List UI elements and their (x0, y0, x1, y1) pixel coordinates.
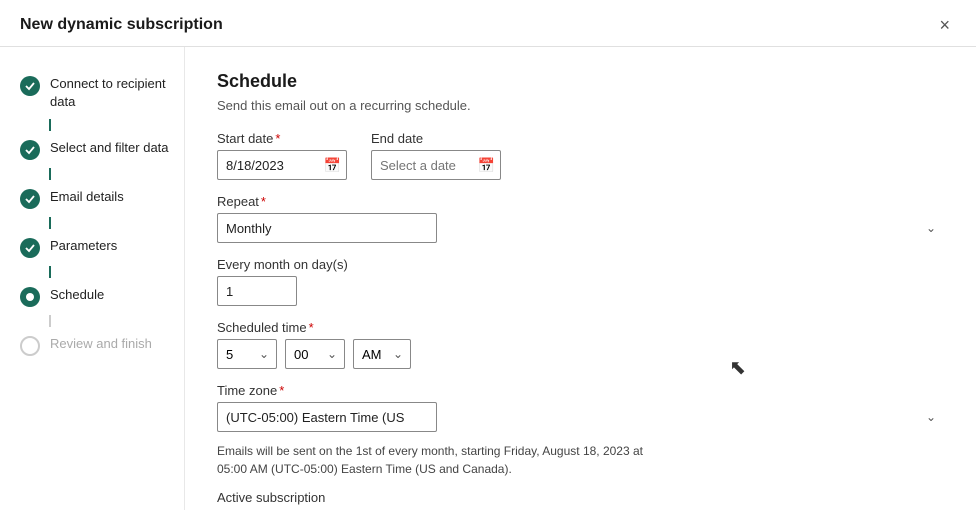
step-icon-schedule (20, 287, 40, 307)
main-content: Schedule Send this email out on a recurr… (185, 47, 976, 510)
step-label-parameters: Parameters (50, 237, 117, 255)
scheduled-time-group: Scheduled time* 1234 5678 9101112 ⌄ 0015… (217, 320, 944, 369)
scheduled-time-label: Scheduled time* (217, 320, 944, 335)
modal-header: New dynamic subscription × (0, 0, 976, 47)
connector-4 (49, 266, 51, 278)
timezone-group: Time zone* (UTC-05:00) Eastern Time (US … (217, 383, 944, 432)
date-row: Start date* 📅 End date 📅 (217, 131, 944, 180)
section-title: Schedule (217, 71, 944, 92)
sidebar-item-schedule[interactable]: Schedule (20, 278, 184, 315)
close-button[interactable]: × (933, 14, 956, 36)
step-icon-email (20, 189, 40, 209)
connector-1 (49, 119, 51, 131)
timezone-chevron-icon: ⌄ (926, 410, 936, 424)
repeat-select[interactable]: Daily Weekly Monthly Yearly (217, 213, 437, 243)
end-date-label: End date (371, 131, 501, 146)
step-icon-parameters (20, 238, 40, 258)
info-text: Emails will be sent on the 1st of every … (217, 442, 667, 478)
connector-3 (49, 217, 51, 229)
hour-wrapper: 1234 5678 9101112 ⌄ (217, 339, 277, 369)
every-month-input[interactable] (217, 276, 297, 306)
sidebar: Connect to recipient data Select and fil… (0, 47, 185, 510)
repeat-group: Repeat* Daily Weekly Monthly Yearly ⌄ (217, 194, 944, 243)
step-label-select: Select and filter data (50, 139, 169, 157)
timezone-select-wrapper: (UTC-05:00) Eastern Time (US and Canada)… (217, 402, 944, 432)
end-date-wrapper: 📅 (371, 150, 501, 180)
hour-select[interactable]: 1234 5678 9101112 (217, 339, 277, 369)
end-date-input[interactable] (371, 150, 501, 180)
sidebar-item-review[interactable]: Review and finish (20, 327, 184, 364)
modal: New dynamic subscription × Connect to re… (0, 0, 976, 510)
step-label-review: Review and finish (50, 335, 152, 353)
minute-select[interactable]: 00153045 (285, 339, 345, 369)
ampm-select[interactable]: AMPM (353, 339, 411, 369)
sidebar-item-connect[interactable]: Connect to recipient data (20, 67, 184, 119)
step-icon-review (20, 336, 40, 356)
start-date-wrapper: 📅 (217, 150, 347, 180)
step-label-schedule: Schedule (50, 286, 104, 304)
repeat-select-wrapper: Daily Weekly Monthly Yearly ⌄ (217, 213, 944, 243)
sidebar-item-select[interactable]: Select and filter data (20, 131, 184, 168)
sidebar-item-parameters[interactable]: Parameters (20, 229, 184, 266)
connector-5 (49, 315, 51, 327)
end-date-group: End date 📅 (371, 131, 501, 180)
step-icon-select (20, 140, 40, 160)
start-date-label: Start date* (217, 131, 347, 146)
step-icon-connect (20, 76, 40, 96)
repeat-label: Repeat* (217, 194, 944, 209)
active-subscription-label: Active subscription (217, 490, 944, 505)
every-month-label: Every month on day(s) (217, 257, 944, 272)
modal-body: Connect to recipient data Select and fil… (0, 47, 976, 510)
timezone-select[interactable]: (UTC-05:00) Eastern Time (US and Canada) (217, 402, 437, 432)
time-row: 1234 5678 9101112 ⌄ 00153045 ⌄ (217, 339, 944, 369)
minute-wrapper: 00153045 ⌄ (285, 339, 345, 369)
connector-2 (49, 168, 51, 180)
section-desc: Send this email out on a recurring sched… (217, 98, 944, 113)
timezone-label: Time zone* (217, 383, 944, 398)
step-label-email: Email details (50, 188, 124, 206)
start-date-input[interactable] (217, 150, 347, 180)
sidebar-item-email[interactable]: Email details (20, 180, 184, 217)
every-month-group: Every month on day(s) (217, 257, 944, 306)
ampm-wrapper: AMPM ⌄ (353, 339, 411, 369)
chevron-down-icon: ⌄ (926, 221, 936, 235)
start-date-group: Start date* 📅 (217, 131, 347, 180)
step-label-connect: Connect to recipient data (50, 75, 184, 111)
modal-title: New dynamic subscription (20, 16, 223, 34)
